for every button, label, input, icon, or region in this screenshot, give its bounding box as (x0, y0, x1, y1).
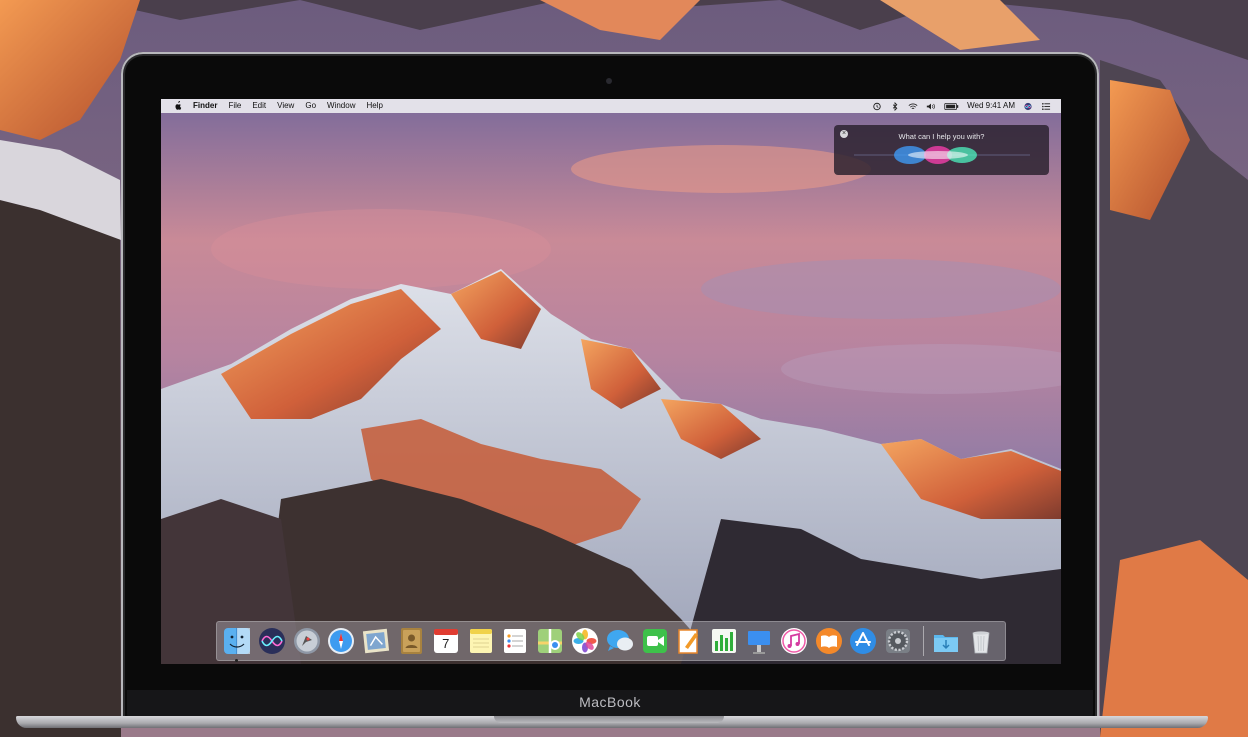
dock: 7 (216, 621, 1006, 662)
battery-icon[interactable] (944, 102, 959, 111)
pages-icon[interactable] (675, 627, 703, 655)
facetime-icon[interactable] (641, 627, 669, 655)
camera (606, 78, 612, 84)
menu-edit[interactable]: Edit (252, 99, 266, 113)
ibooks-icon[interactable] (815, 627, 843, 655)
menu-clock[interactable]: Wed 9:41 AM (967, 99, 1015, 113)
menu-bar: Finder File Edit View Go Window Help Wed… (161, 99, 1061, 113)
time-machine-icon[interactable] (872, 102, 882, 111)
maps-icon[interactable] (536, 627, 564, 655)
photos-icon[interactable] (571, 627, 599, 655)
siri-prompt: What can I help you with? (898, 132, 985, 141)
menu-view[interactable]: View (277, 99, 294, 113)
calendar-day: 7 (442, 636, 450, 651)
notes-icon[interactable] (467, 627, 495, 655)
launchpad-icon[interactable] (293, 627, 321, 655)
volume-icon[interactable] (926, 102, 936, 111)
running-indicator (235, 659, 238, 662)
wifi-icon[interactable] (908, 102, 918, 111)
notification-center-icon[interactable] (1041, 102, 1051, 111)
siri-waveform-icon (854, 146, 1030, 164)
trash-icon[interactable] (967, 627, 995, 655)
dock-separator (922, 626, 924, 656)
desktop-screen: Finder File Edit View Go Window Help Wed… (161, 99, 1061, 664)
numbers-icon[interactable] (710, 627, 738, 655)
menu-help[interactable]: Help (366, 99, 382, 113)
finder-icon[interactable] (223, 627, 251, 662)
contacts-icon[interactable] (397, 627, 425, 655)
desktop-wallpaper (161, 99, 1061, 664)
apple-menu-icon[interactable] (173, 101, 183, 111)
siri-menu-icon[interactable] (1023, 102, 1033, 111)
menu-go[interactable]: Go (305, 99, 316, 113)
downloads-folder-icon[interactable] (932, 627, 960, 655)
siri-panel: × What can I help you with? (834, 125, 1049, 175)
menu-window[interactable]: Window (327, 99, 355, 113)
messages-icon[interactable] (606, 627, 634, 655)
macbook-notch (494, 716, 724, 723)
safari-icon[interactable] (327, 627, 355, 655)
device-label: MacBook (579, 694, 641, 710)
menu-file[interactable]: File (228, 99, 241, 113)
keynote-icon[interactable] (745, 627, 773, 655)
menu-app-name[interactable]: Finder (193, 99, 217, 113)
menu-extras: Wed 9:41 AM (872, 99, 1051, 113)
macbook-chin: MacBook (127, 690, 1093, 718)
reminders-icon[interactable] (501, 627, 529, 655)
itunes-icon[interactable] (780, 627, 808, 655)
mail-icon[interactable] (362, 627, 390, 655)
app-store-icon[interactable] (849, 627, 877, 655)
bluetooth-icon[interactable] (890, 101, 900, 111)
siri-icon[interactable] (258, 627, 286, 655)
calendar-icon[interactable]: 7 (432, 627, 460, 655)
system-preferences-icon[interactable] (884, 627, 912, 655)
